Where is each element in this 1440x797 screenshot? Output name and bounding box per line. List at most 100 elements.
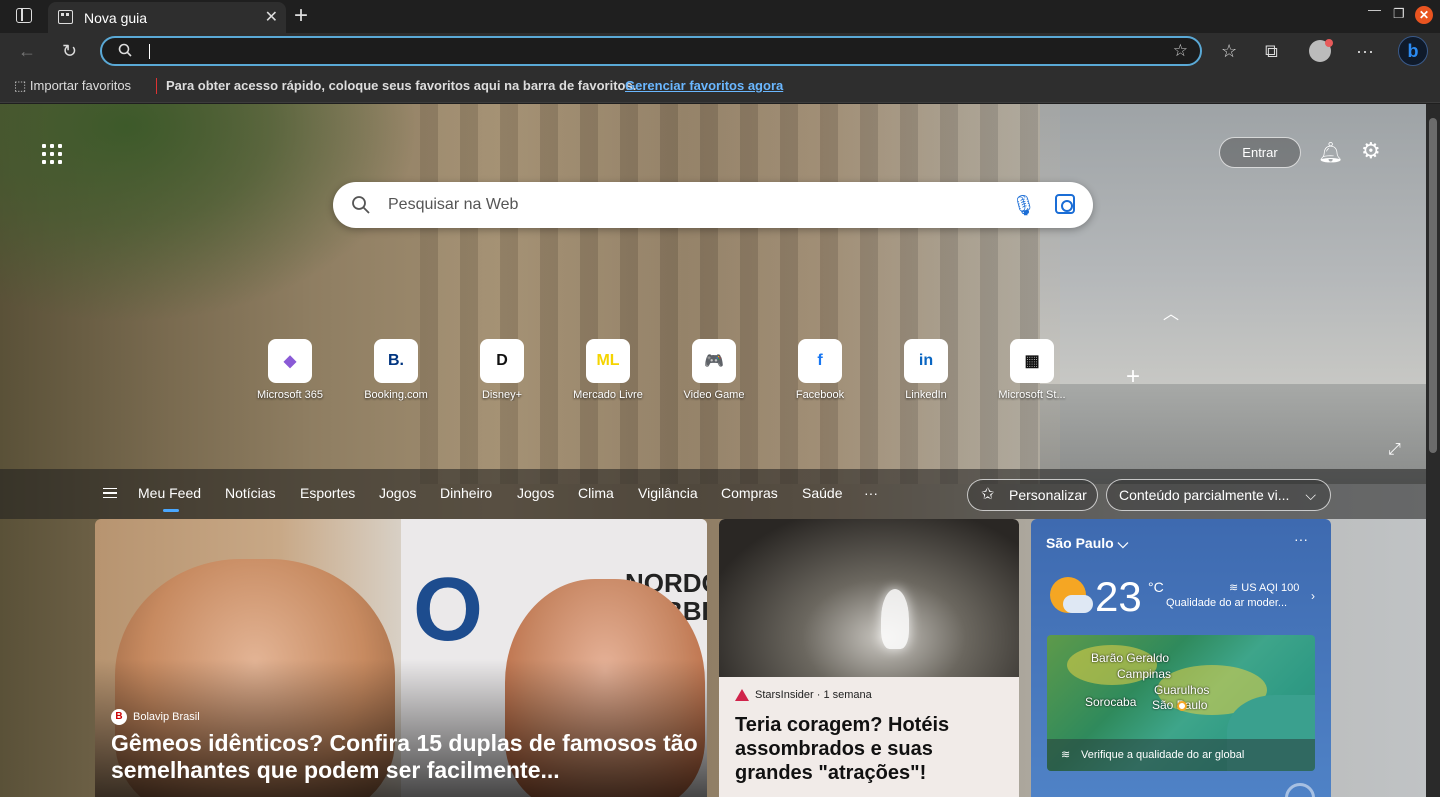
quick-link-label: Video Game: [683, 389, 745, 401]
tab-actions-icon[interactable]: [16, 8, 32, 23]
card-headline[interactable]: Gêmeos idênticos? Confira 15 duplas de f…: [111, 730, 701, 784]
restore-icon[interactable]: ❐: [1393, 6, 1405, 22]
quick-link-tile[interactable]: D Disney+: [459, 339, 545, 401]
navigation-toolbar: ← ↻ ☆ ☆ ⧉ ···: [0, 33, 1440, 70]
feed-tab[interactable]: Meu Feed: [138, 485, 201, 512]
quick-link-tile[interactable]: B. Booking.com: [353, 339, 439, 401]
weather-city: São Paulo: [1046, 535, 1114, 551]
add-favorite-icon[interactable]: ☆: [1173, 41, 1188, 61]
quick-link-label: Booking.com: [364, 389, 428, 401]
map-label-sorocaba: Sorocaba: [1085, 695, 1137, 709]
feed-tab[interactable]: Clima: [578, 485, 614, 501]
refresh-icon[interactable]: ↻: [62, 40, 77, 62]
chevron-right-icon[interactable]: ›: [1311, 589, 1315, 603]
collections-icon[interactable]: ⧉: [1265, 40, 1278, 62]
visual-search-icon[interactable]: [1055, 194, 1075, 214]
feed-tab[interactable]: Jogos: [379, 485, 416, 501]
feed-more-icon[interactable]: ···: [864, 485, 878, 501]
new-tab-button[interactable]: +: [294, 2, 308, 30]
signin-button[interactable]: Entrar: [1219, 137, 1301, 168]
feed-menu-icon[interactable]: [103, 488, 117, 498]
feed-tab[interactable]: Esportes: [300, 485, 355, 501]
add-site-icon[interactable]: +: [1126, 363, 1140, 391]
map-footer[interactable]: ≋ Verifique a qualidade do ar global: [1047, 739, 1315, 771]
favorites-icon[interactable]: ☆: [1221, 40, 1237, 62]
address-bar[interactable]: ☆: [100, 36, 1202, 66]
quick-link-tile[interactable]: ▦ Microsoft St...: [989, 339, 1075, 401]
settings-gear-icon[interactable]: ⚙: [1361, 138, 1381, 164]
title-bar: Nova guia ✕ + — ❐ ✕: [0, 0, 1440, 33]
personalize-button[interactable]: ✩ Personalizar: [967, 479, 1098, 511]
feed-tab[interactable]: Notícias: [225, 485, 276, 501]
quick-link-logo-icon: in: [904, 339, 948, 383]
quick-link-tile[interactable]: f Facebook: [777, 339, 863, 401]
card-image-haunted-hall: [719, 519, 1019, 677]
feed-tab[interactable]: Compras: [721, 485, 778, 501]
microphone-icon[interactable]: 🎙︎: [1011, 193, 1036, 218]
weather-card[interactable]: São Paulo ⌵ ··· 23 °C ≋ US AQI 100 Quali…: [1031, 519, 1331, 797]
expand-icon[interactable]: ⤢: [1388, 441, 1401, 459]
manage-favorites-link[interactable]: Gerenciar favoritos agora: [625, 78, 783, 93]
new-tab-page: Entrar 🔔︎ ⚙ Pesquisar na Web 🎙︎ ︿ ◆ Micro…: [0, 104, 1426, 797]
scrollbar-thumb[interactable]: [1429, 118, 1437, 453]
map-label-campinas: Campinas: [1117, 667, 1172, 681]
quick-link-logo-icon: D: [480, 339, 524, 383]
back-icon[interactable]: ←: [18, 40, 36, 62]
quick-link-label: Mercado Livre: [573, 389, 643, 401]
feed-tab[interactable]: Saúde: [802, 485, 842, 501]
map-pin-icon: [1177, 701, 1187, 711]
personalize-label: Personalizar: [1009, 487, 1087, 503]
content-visibility-dropdown[interactable]: Conteúdo parcialmente vi... ⌵: [1106, 479, 1331, 511]
more-options-icon[interactable]: ···: [1356, 40, 1374, 62]
import-favorites-button[interactable]: ⬚ Importar favoritos: [14, 78, 131, 94]
chevron-down-icon: ⌵: [1305, 487, 1316, 503]
starsinsider-logo-icon: [735, 689, 749, 702]
background-rock: [420, 104, 1060, 484]
card-source: B Bolavip Brasil: [111, 709, 200, 725]
feed-tab[interactable]: Dinheiro: [440, 485, 492, 501]
favorites-separator: [156, 78, 157, 94]
air-quality-icon: ≋: [1061, 749, 1071, 761]
tab-nova-guia[interactable]: Nova guia ✕: [48, 2, 286, 33]
weather-more-icon[interactable]: ···: [1294, 531, 1308, 547]
news-card-main[interactable]: O NORDO ROBBIN BBolavip Brasil Gêmeos id…: [95, 519, 707, 797]
profile-avatar[interactable]: [1309, 39, 1333, 62]
card-source-label: Bolavip Brasil: [133, 710, 200, 723]
weather-progress-ring: [1285, 783, 1315, 797]
app-launcher-icon[interactable]: [42, 144, 62, 164]
map-footer-label: Verifique a qualidade do ar global: [1081, 749, 1245, 761]
news-card-secondary[interactable]: StarsInsider · 1 semana Teria coragem? H…: [719, 519, 1019, 797]
bing-copilot-icon[interactable]: b: [1398, 36, 1428, 66]
quick-link-tile[interactable]: 🎮 Video Game: [671, 339, 757, 401]
favorites-bar: ⬚ Importar favoritos Para obter acesso r…: [0, 70, 1440, 103]
page-scrollbar[interactable]: [1426, 104, 1440, 797]
bolavip-logo-icon: B: [111, 709, 127, 725]
card-image-text-o2: O: [413, 560, 484, 660]
quick-link-tile[interactable]: ML Mercado Livre: [565, 339, 651, 401]
quick-link-logo-icon: ML: [586, 339, 630, 383]
weather-unit: °C: [1148, 579, 1164, 595]
cloud-icon: [1063, 595, 1093, 613]
search-input[interactable]: Pesquisar na Web: [388, 196, 518, 214]
air-quality-map[interactable]: Barão Geraldo Campinas Guarulhos Sorocab…: [1047, 635, 1315, 771]
close-tab-icon[interactable]: ✕: [265, 7, 278, 27]
feed-tab[interactable]: Vigilância: [638, 485, 698, 501]
weather-city-dropdown[interactable]: São Paulo ⌵: [1046, 535, 1128, 552]
import-favorites-label: Importar favoritos: [29, 78, 132, 93]
aqi-label: US AQI 100: [1241, 582, 1300, 594]
quick-link-label: Facebook: [795, 389, 845, 401]
quick-link-tile[interactable]: ◆ Microsoft 365: [247, 339, 333, 401]
web-search-box[interactable]: Pesquisar na Web 🎙︎: [333, 182, 1093, 228]
notifications-bell-icon[interactable]: 🔔︎: [1318, 140, 1343, 165]
minimize-icon[interactable]: —: [1368, 2, 1381, 17]
tab-title: Nova guia: [84, 10, 148, 26]
feed-tab[interactable]: Jogos: [517, 485, 554, 501]
quick-link-label: Microsoft St...: [998, 389, 1066, 401]
close-window-icon[interactable]: ✕: [1415, 6, 1433, 24]
text-caret: [149, 44, 150, 59]
card-headline[interactable]: Teria coragem? Hotéis assombrados e suas…: [735, 713, 1005, 785]
feed-navigation: Meu Feed Notícias Esportes Jogos Dinheiro Jog…: [0, 469, 1426, 519]
collapse-chevron-icon[interactable]: ︿: [1163, 300, 1179, 324]
weather-temperature: 23: [1095, 573, 1142, 620]
quick-link-tile[interactable]: in LinkedIn: [883, 339, 969, 401]
